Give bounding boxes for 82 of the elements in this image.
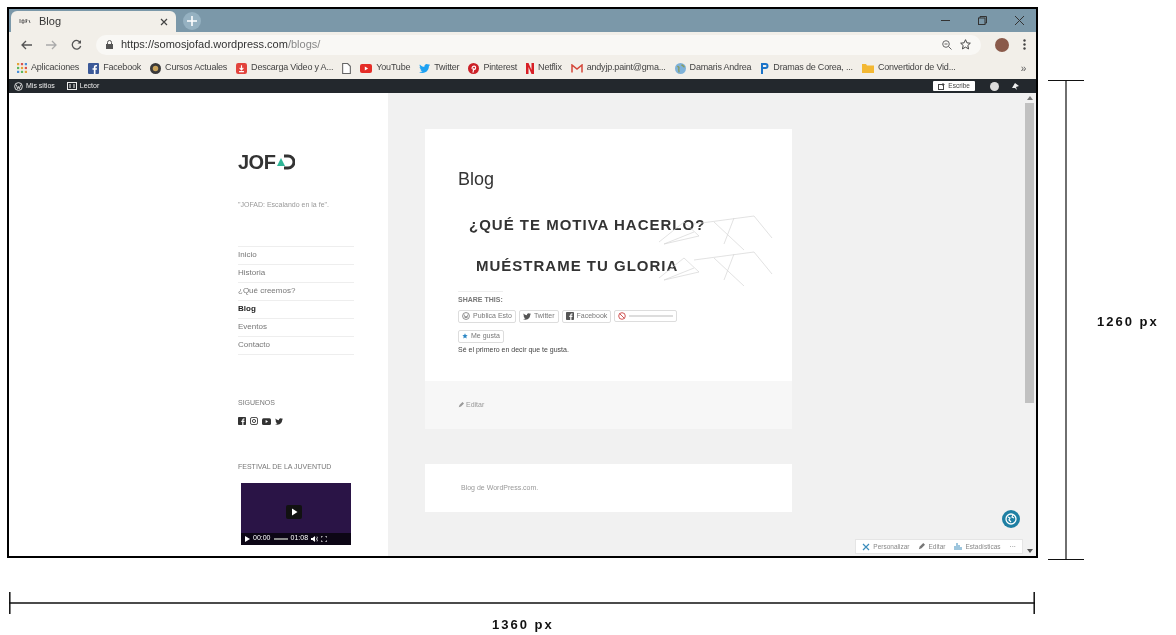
browser-tab[interactable]: Blog xyxy=(11,11,176,32)
tab-title: Blog xyxy=(39,14,63,30)
no-entry-icon xyxy=(618,312,627,320)
bookmark[interactable]: Aplicaciones xyxy=(15,59,82,77)
scroll-down-icon[interactable] xyxy=(1026,549,1033,553)
bookmark-logo-icon xyxy=(760,62,770,74)
globe-icon[interactable] xyxy=(1002,510,1020,528)
apps-grid-icon xyxy=(17,63,27,73)
bookmark[interactable]: Facebook xyxy=(86,59,144,77)
bookmark[interactable]: Cursos Actuales xyxy=(148,59,230,77)
video-play-icon[interactable] xyxy=(262,417,271,425)
new-post-icon xyxy=(938,82,946,90)
file-icon xyxy=(342,62,352,74)
speaker-icon[interactable] xyxy=(311,535,319,542)
back-arrow-icon[interactable] xyxy=(21,39,32,50)
circle-logo-icon xyxy=(150,62,162,74)
width-dimension-label: 1360 px xyxy=(492,616,554,634)
nav-link[interactable]: Blog xyxy=(238,300,354,319)
scrollbar[interactable] xyxy=(1023,93,1036,556)
height-dimension-label: 1260 px xyxy=(1097,313,1159,331)
wordpress-icon xyxy=(14,81,23,91)
bird-icon[interactable] xyxy=(275,417,283,425)
download-icon xyxy=(236,62,248,74)
bird-icon xyxy=(419,63,431,73)
close-icon[interactable] xyxy=(1015,16,1024,25)
tools-icon xyxy=(862,542,871,551)
folder-icon xyxy=(861,63,874,73)
scrollbar-thumb[interactable] xyxy=(1025,103,1034,403)
bookmark[interactable]: Netflix xyxy=(524,59,564,77)
close-icon[interactable] xyxy=(160,17,168,26)
facebook-icon xyxy=(565,312,574,320)
play-icon[interactable] xyxy=(245,535,250,542)
camera-icon[interactable] xyxy=(250,417,258,425)
bird-icon xyxy=(522,312,531,320)
avatar-icon[interactable] xyxy=(995,37,1009,52)
facebook-icon[interactable] xyxy=(238,417,246,425)
more-bookmarks-button[interactable]: » xyxy=(1020,60,1026,76)
mail-icon xyxy=(570,63,583,73)
play-icon[interactable] xyxy=(286,504,302,519)
nav-link[interactable]: Historia xyxy=(238,264,354,283)
bookmark[interactable]: Dramas de Corea, ... xyxy=(758,59,855,77)
pencil-icon xyxy=(918,543,926,550)
new-tab-icon[interactable] xyxy=(183,11,201,30)
bookmark[interactable]: Pinterest xyxy=(466,59,520,77)
avatar-icon[interactable] xyxy=(990,81,999,91)
bookmark[interactable]: Damaris Andrea xyxy=(672,59,754,77)
address-bar[interactable]: https://somosjofad.wordpress.com/blogs/ xyxy=(96,34,981,55)
nav-link[interactable]: ¿Qué creemos? xyxy=(238,282,354,301)
bar-chart-icon xyxy=(954,543,963,550)
logo-mark-icon xyxy=(275,154,296,170)
scroll-up-icon[interactable] xyxy=(1026,96,1033,100)
zoom-icon[interactable] xyxy=(942,39,952,50)
star-icon xyxy=(462,333,468,339)
nav-link[interactable]: Contacto xyxy=(238,336,354,355)
headline-text: MUÉSTRAME TU GLORIA xyxy=(476,255,679,276)
globe-icon xyxy=(674,62,686,74)
bookmark[interactable]: andyjp.paint@gma... xyxy=(568,59,668,77)
facebook-icon xyxy=(88,62,100,74)
youtube-icon xyxy=(360,63,373,73)
pencil-icon xyxy=(458,402,464,408)
url-text: https://somosjofad.wordpress.com/blogs/ xyxy=(121,37,321,53)
reload-icon[interactable] xyxy=(71,39,82,50)
post-title: Blog xyxy=(458,168,496,191)
progress-track[interactable] xyxy=(273,537,288,540)
star-icon[interactable] xyxy=(960,39,971,50)
restore-icon[interactable] xyxy=(978,16,987,25)
bookmark[interactable]: Descarga Video y A... xyxy=(234,59,336,77)
site-logo[interactable]: JOF xyxy=(238,147,276,177)
pin-logo-icon xyxy=(468,62,480,74)
reader-icon xyxy=(66,82,77,90)
bookmark[interactable]: YouTube xyxy=(358,59,413,77)
bookmark[interactable]: Convertidor de Vid... xyxy=(859,59,958,77)
wordpress-icon xyxy=(462,312,470,320)
nav-link[interactable]: Inicio xyxy=(238,246,354,265)
n-logo-icon xyxy=(526,62,535,74)
headline-text: ¿QUÉ TE MOTIVA HACERLO? xyxy=(469,215,706,235)
lock-icon xyxy=(106,40,113,49)
favicon-icon xyxy=(19,19,31,24)
fullscreen-icon[interactable] xyxy=(321,535,328,542)
kebab-menu-icon[interactable] xyxy=(1023,39,1026,50)
bookmark[interactable]: Twitter xyxy=(417,59,462,77)
nav-link[interactable]: Eventos xyxy=(238,318,354,337)
